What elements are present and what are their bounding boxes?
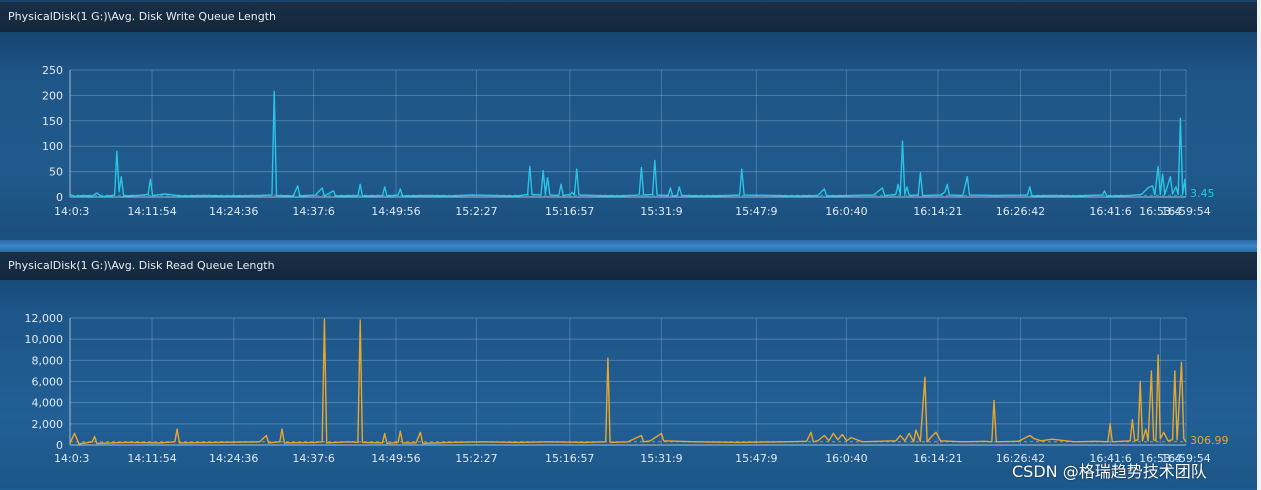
y-tick-label: 12,000 [25, 312, 64, 325]
x-tick-label: 16:59:54 [1161, 205, 1210, 218]
x-tick-label: 16:26:42 [996, 205, 1045, 218]
current-value-label: 3.45 [1190, 187, 1215, 200]
read-queue-panel: PhysicalDisk(1 G:)\Avg. Disk Read Queue … [0, 252, 1257, 488]
y-tick-label: 6,000 [32, 376, 64, 389]
x-tick-label: 14:49:56 [371, 205, 420, 218]
x-tick-label: 15:47:9 [735, 205, 777, 218]
current-value-label: 306.99 [1190, 434, 1229, 447]
x-tick-label: 15:31:9 [640, 205, 682, 218]
x-tick-label: 14:0:3 [54, 452, 89, 465]
y-tick-label: 10,000 [25, 333, 64, 346]
x-tick-label: 16:14:21 [913, 452, 962, 465]
watermark-text: CSDN @格瑞趋势技术团队 [1012, 462, 1207, 481]
x-tick-label: 14:11:54 [127, 205, 176, 218]
x-tick-label: 14:37:6 [292, 205, 334, 218]
y-tick-label: 0 [56, 191, 63, 204]
x-tick-label: 15:31:9 [640, 452, 682, 465]
y-tick-label: 100 [42, 140, 63, 153]
x-tick-label: 15:2:27 [455, 452, 497, 465]
x-tick-label: 15:2:27 [455, 205, 497, 218]
x-tick-label: 14:37:6 [292, 452, 334, 465]
x-tick-label: 14:11:54 [127, 452, 176, 465]
x-tick-label: 16:0:40 [825, 452, 867, 465]
x-tick-label: 14:49:56 [371, 452, 420, 465]
series-line [69, 90, 1187, 198]
y-tick-label: 2,000 [32, 418, 64, 431]
y-tick-label: 0 [56, 439, 63, 452]
read-queue-chart: 0 2,000 4,000 6,000 8,000 10,000 12,000 14:0:3 1… [25, 312, 1229, 465]
x-tick-label: 15:47:9 [735, 452, 777, 465]
y-tick-label: 4,000 [32, 397, 64, 410]
y-tick-label: 150 [42, 115, 63, 128]
write-queue-chart: 0 50 100 150 200 250 14:0:3 14:11:54 14:24:36 14:… [42, 64, 1215, 218]
y-tick-label: 50 [49, 166, 63, 179]
x-tick-label: 16:41:6 [1089, 205, 1131, 218]
y-tick-label: 200 [42, 89, 63, 102]
x-tick-label: 14:24:36 [209, 452, 258, 465]
x-tick-label: 16:14:21 [913, 205, 962, 218]
x-tick-label: 14:0:3 [54, 205, 89, 218]
perfmon-window: PhysicalDisk(1 G:)\Avg. Disk Write Queue… [0, 0, 1261, 490]
x-tick-label: 15:16:57 [545, 205, 594, 218]
panel-separator [0, 240, 1257, 252]
x-tick-label: 15:16:57 [545, 452, 594, 465]
y-tick-label: 8,000 [32, 354, 64, 367]
write-queue-panel: PhysicalDisk(1 G:)\Avg. Disk Write Queue… [0, 2, 1257, 240]
window-edge [1257, 0, 1261, 490]
y-tick-label: 250 [42, 64, 63, 77]
x-tick-label: 14:24:36 [209, 205, 258, 218]
x-tick-label: 16:0:40 [825, 205, 867, 218]
